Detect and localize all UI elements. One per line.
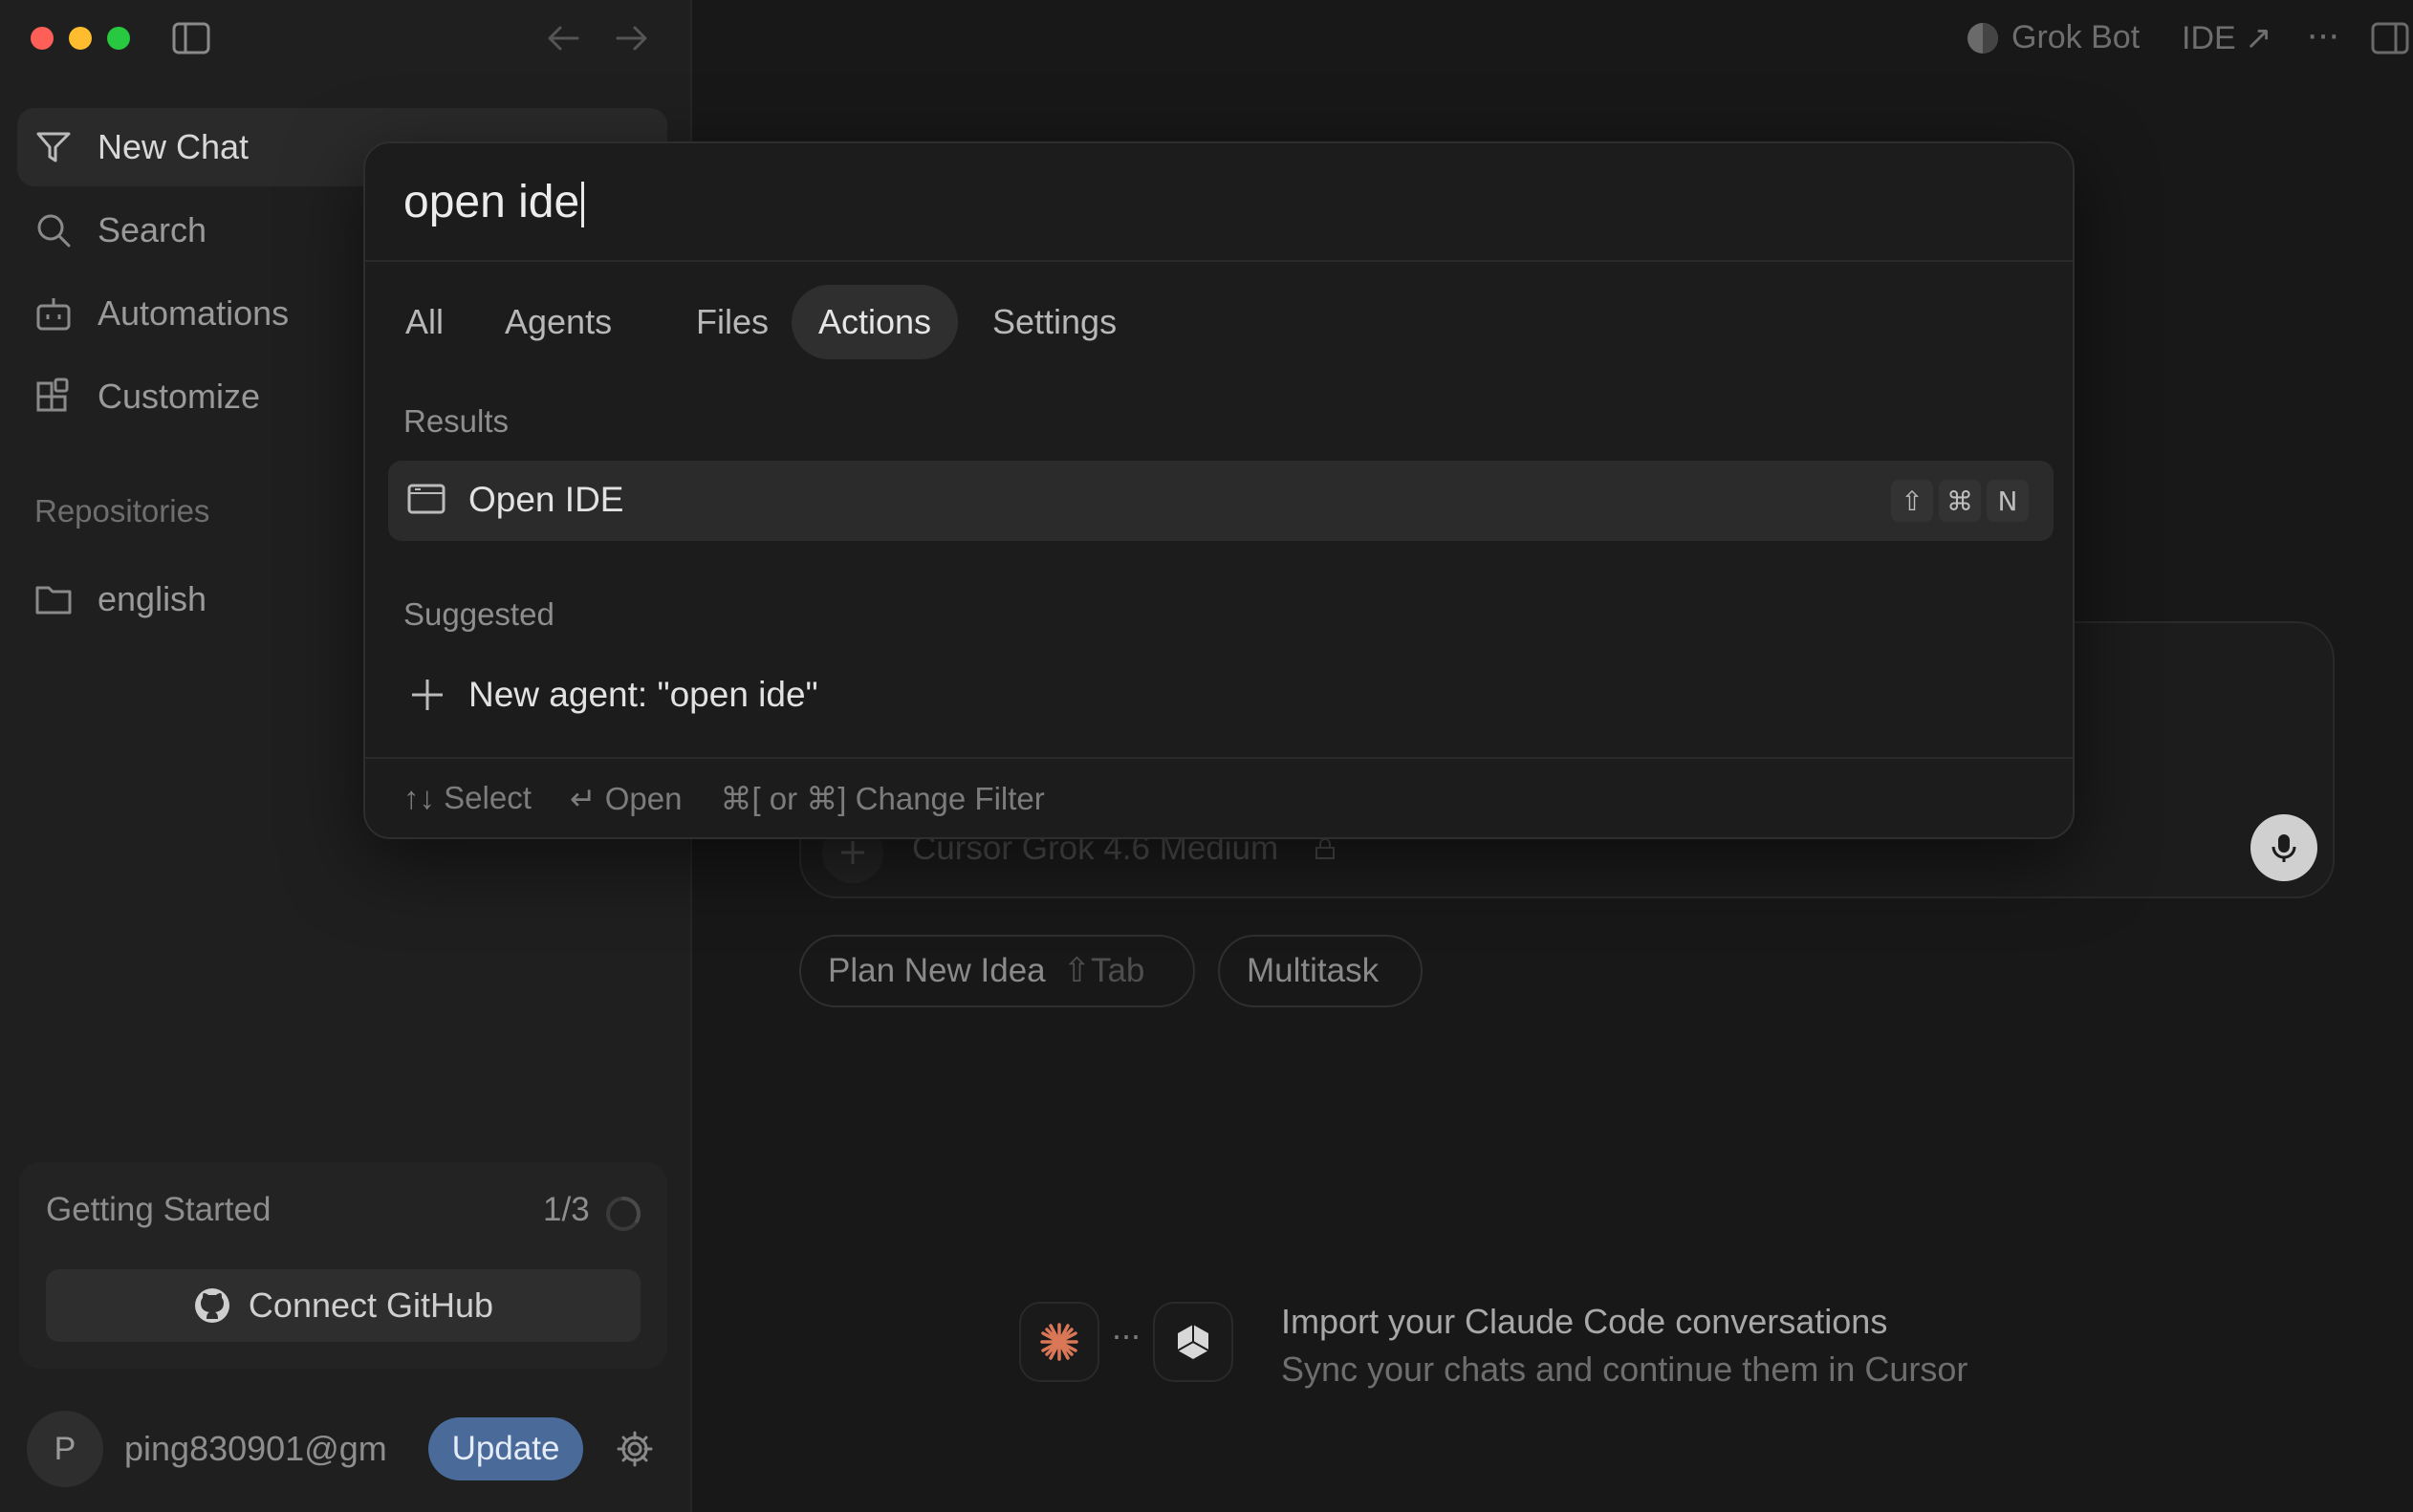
blocks-icon	[34, 378, 73, 416]
sidebar-item-label: New Chat	[98, 127, 250, 166]
n-key: N	[1987, 480, 2029, 522]
result-label: Open IDE	[468, 480, 624, 519]
import-dots: ···	[1111, 1315, 1141, 1354]
getting-started-card: Getting Started 1/3 Connect GitHub	[19, 1162, 667, 1369]
shortcut-keys: ⇧ ⌘ N	[1891, 480, 2029, 522]
avatar[interactable]: P	[27, 1411, 103, 1487]
tab-agents[interactable]: Agents	[478, 285, 639, 359]
robot-icon	[34, 294, 73, 333]
getting-started-title: Getting Started	[46, 1191, 272, 1228]
getting-started-progress: 1/3	[543, 1191, 590, 1228]
plan-new-idea-button[interactable]: Plan New Idea ⇧Tab	[799, 935, 1195, 1007]
forward-arrow-icon[interactable]	[612, 21, 650, 55]
tab-all[interactable]: All	[379, 285, 470, 359]
multitask-button[interactable]: Multitask	[1218, 935, 1423, 1007]
footer-hint-open: ↵ Open	[569, 781, 683, 816]
text-caret	[581, 182, 585, 228]
progress-ring	[604, 1195, 642, 1233]
toggle-panel-icon[interactable]	[2371, 21, 2409, 55]
import-title[interactable]: Import your Claude Code conversations	[1281, 1302, 1887, 1342]
command-key: ⌘	[1939, 480, 1981, 522]
grok-bot-icon	[1966, 21, 2000, 55]
palette-search-input[interactable]: open ide	[403, 176, 585, 228]
search-icon	[34, 211, 73, 249]
connect-github-label: Connect GitHub	[248, 1285, 494, 1325]
grok-bot-label[interactable]: Grok Bot	[2011, 19, 2140, 56]
folder-icon	[34, 580, 73, 618]
tab-actions[interactable]: Actions	[792, 285, 959, 359]
close-window-button[interactable]	[31, 27, 54, 50]
import-subtitle: Sync your chats and continue them in Cur…	[1281, 1350, 1968, 1389]
claude-logo-icon	[1019, 1302, 1099, 1382]
shift-key: ⇧	[1891, 480, 1933, 522]
connect-github-button[interactable]: Connect GitHub	[46, 1269, 641, 1342]
sidebar-item-label: Automations	[98, 293, 290, 333]
minimize-window-button[interactable]	[69, 27, 92, 50]
divider	[365, 757, 2073, 759]
sidebar-item-label: english	[98, 579, 207, 618]
github-icon	[193, 1286, 231, 1325]
suggested-new-agent[interactable]: New agent: "open ide"	[388, 656, 2054, 736]
microphone-button[interactable]	[2250, 814, 2317, 881]
plan-new-idea-label: Plan New Idea	[828, 952, 1046, 989]
maximize-window-button[interactable]	[107, 27, 130, 50]
window-icon	[407, 482, 446, 516]
back-arrow-icon[interactable]	[545, 21, 583, 55]
plan-shortcut: ⇧Tab	[1062, 952, 1145, 989]
tab-files[interactable]: Files	[669, 285, 795, 359]
more-options-button[interactable]: ···	[2306, 13, 2340, 56]
results-heading: Results	[403, 403, 510, 439]
update-button[interactable]: Update	[428, 1417, 583, 1480]
plus-icon	[409, 677, 446, 713]
new-chat-icon	[34, 128, 73, 166]
user-email: ping830901@gm	[124, 1429, 387, 1468]
sidebar-item-label: Search	[98, 210, 207, 249]
result-open-ide[interactable]: Open IDE ⇧ ⌘ N	[388, 461, 2054, 541]
palette-footer: ↑↓ Select ↵ Open ⌘[ or ⌘] Change Filter	[403, 780, 1045, 817]
lock-icon	[1314, 837, 1337, 860]
divider	[365, 260, 2073, 262]
repositories-heading: Repositories	[34, 493, 210, 529]
sidebar-item-label: Customize	[98, 377, 261, 416]
suggested-heading: Suggested	[403, 596, 554, 632]
microphone-icon	[2268, 832, 2300, 864]
cursor-logo-icon	[1153, 1302, 1233, 1382]
footer-hint-change-filter: ⌘[ or ⌘] Change Filter	[720, 781, 1045, 816]
toggle-sidebar-icon[interactable]	[172, 21, 210, 55]
command-palette: open ide All Agents Files Actions Settin…	[363, 141, 2075, 839]
settings-gear-icon[interactable]	[616, 1430, 654, 1468]
tab-settings[interactable]: Settings	[966, 285, 1143, 359]
open-ide-link[interactable]: IDE ↗	[2182, 19, 2272, 57]
suggested-label: New agent: "open ide"	[468, 675, 818, 714]
footer-hint-select: ↑↓ Select	[403, 780, 532, 815]
palette-query-text: open ide	[403, 177, 580, 227]
